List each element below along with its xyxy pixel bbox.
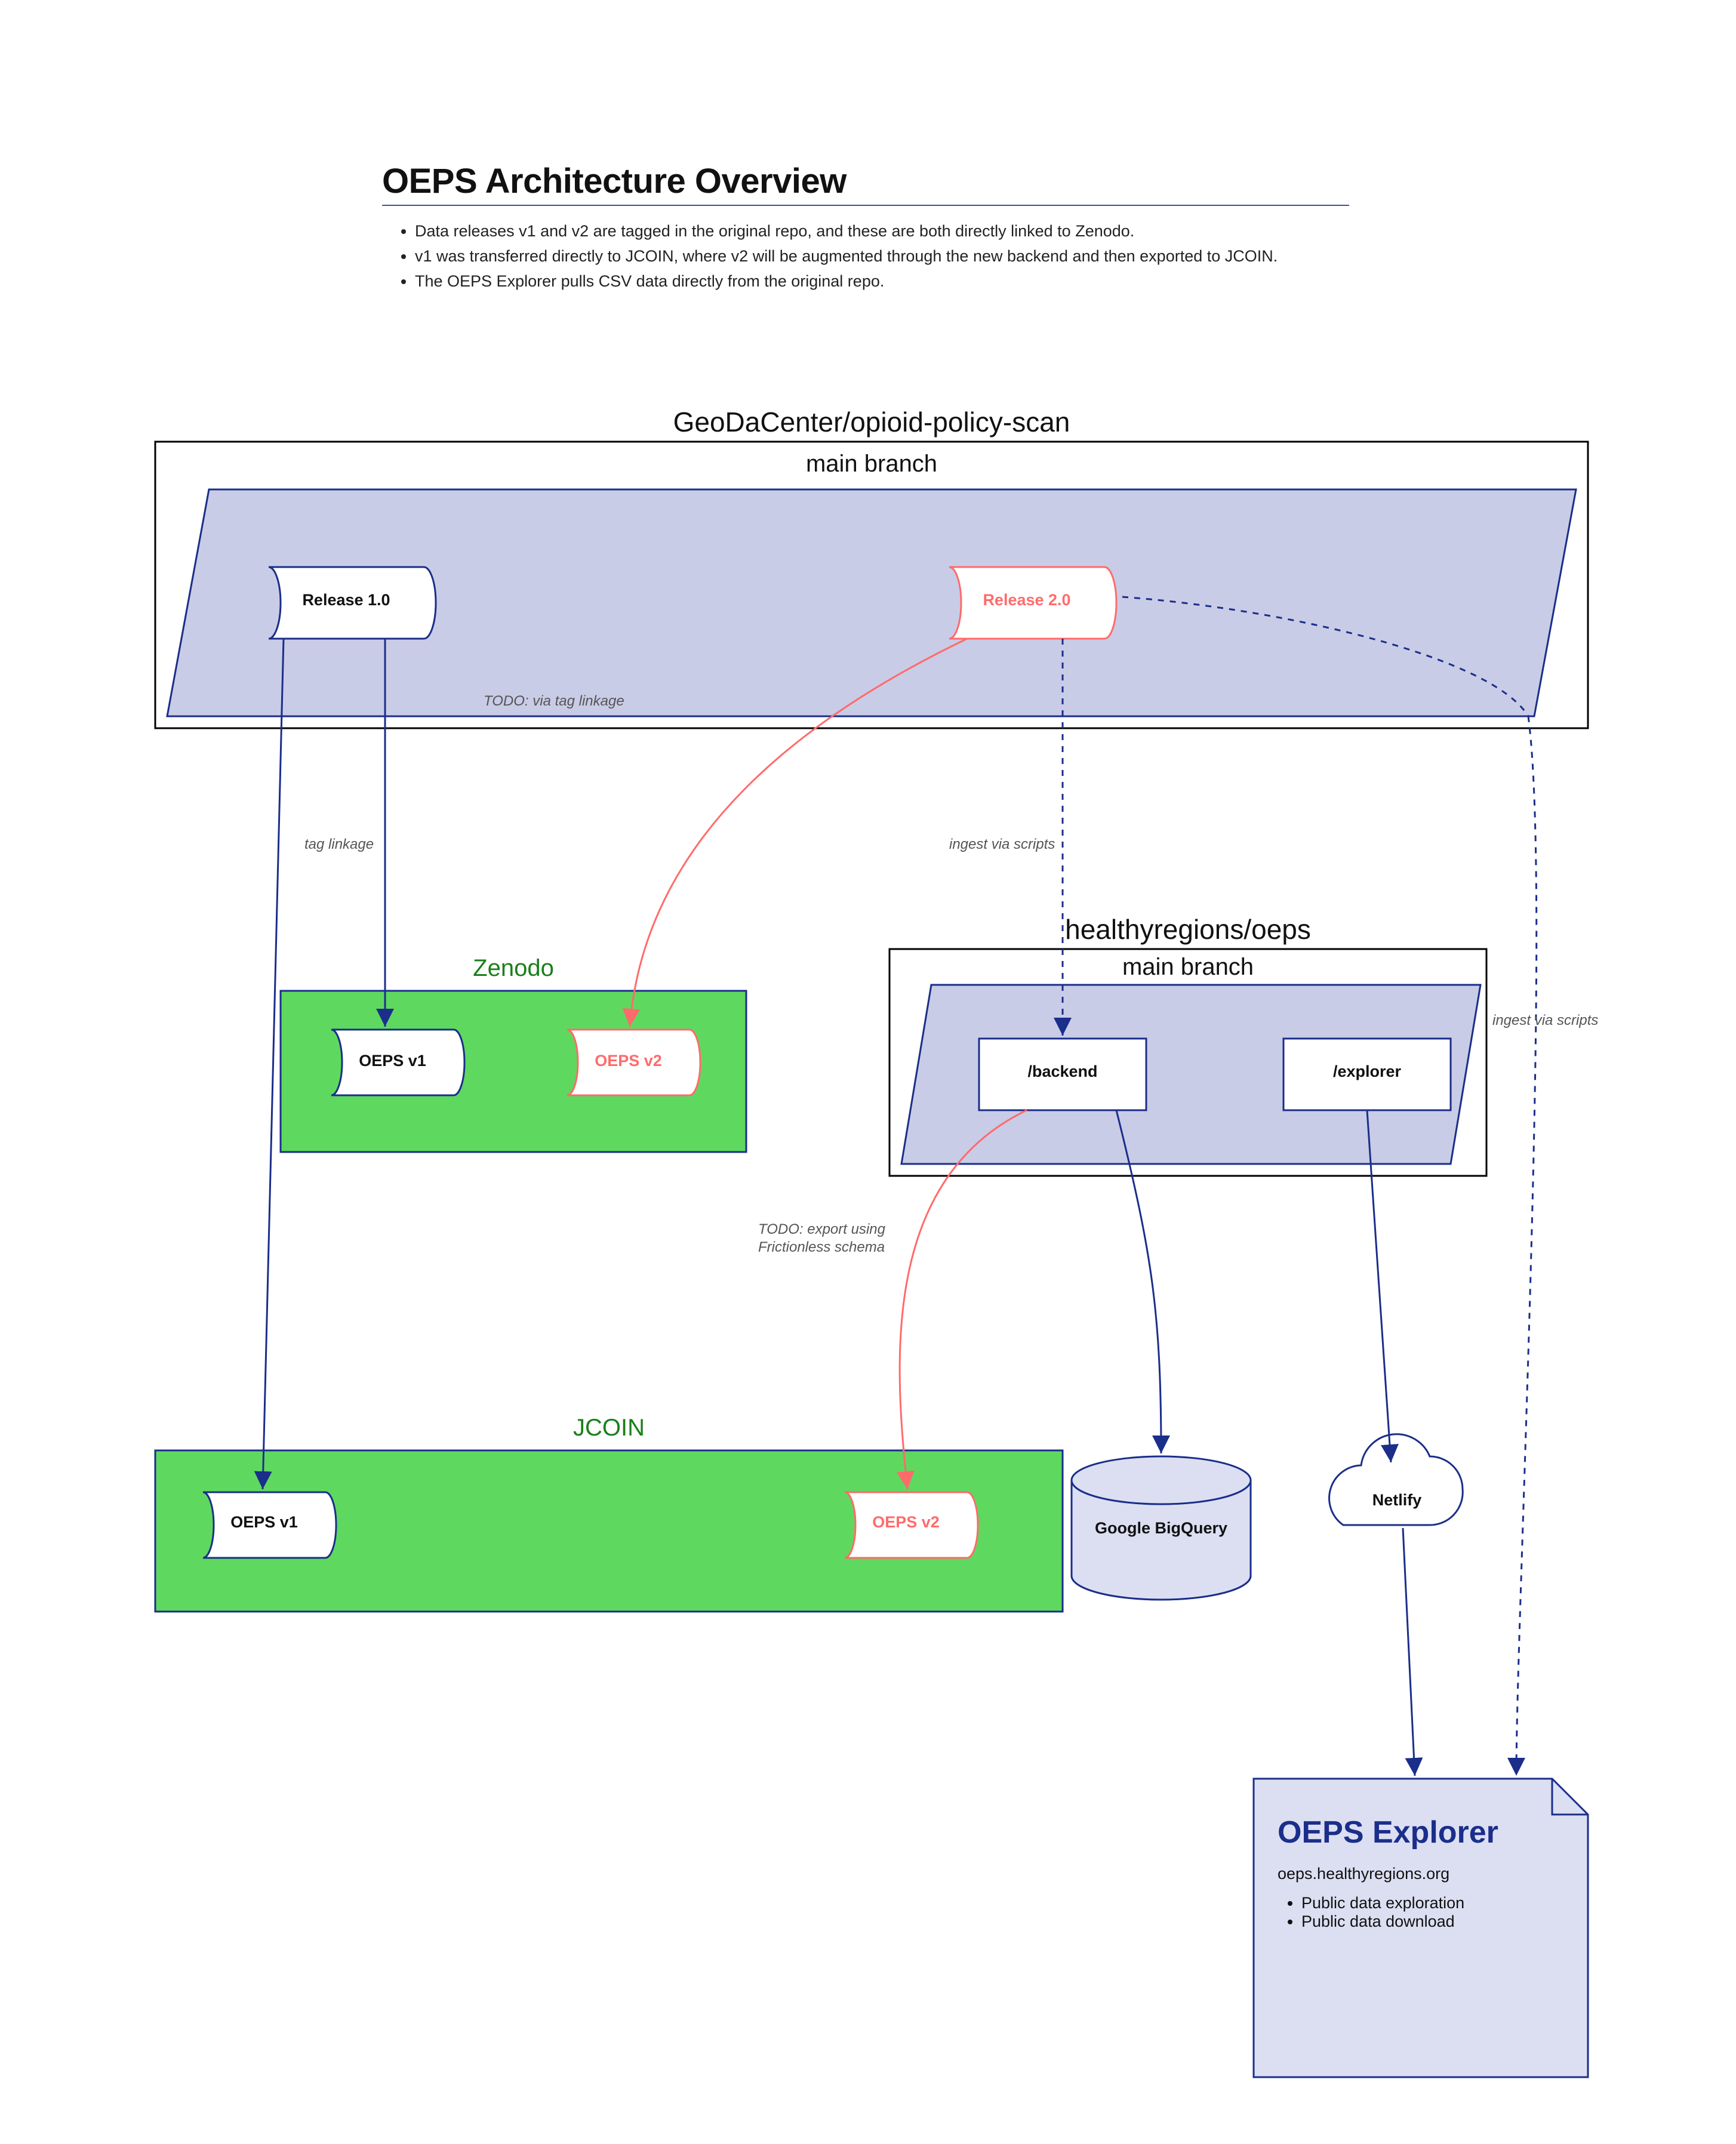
release-1-label: Release 1.0 <box>263 591 430 609</box>
oeps-explorer-bullet-1: Public data exploration <box>1301 1894 1564 1912</box>
oeps-explorer-title: OEPS Explorer <box>1278 1815 1564 1850</box>
netlify-node <box>1329 1434 1463 1525</box>
oeps-explorer-bullet-2: Public data download <box>1301 1912 1564 1931</box>
edge-label-ingest-scripts: ingest via scripts <box>949 836 1055 854</box>
backend-label: /backend <box>979 1062 1146 1081</box>
healthyregions-title: healthyregions/oeps <box>889 913 1486 945</box>
geodacenter-branch-label: main branch <box>155 451 1588 478</box>
edge-mainbranch-to-explorer-note <box>1516 716 1537 1776</box>
jcoin-v2-label: OEPS v2 <box>836 1513 976 1532</box>
jcoin-v1-label: OEPS v1 <box>194 1513 334 1532</box>
edge-label-todo-tag-linkage: TODO: via tag linkage <box>484 692 624 710</box>
zenodo-v2-label: OEPS v2 <box>558 1052 698 1070</box>
edge-label-tag-linkage: tag linkage <box>304 836 374 854</box>
netlify-label: Netlify <box>1334 1491 1460 1510</box>
edge-label-ingest-scripts-2: ingest via scripts <box>1492 1012 1598 1030</box>
explorer-dir-label: /explorer <box>1283 1062 1451 1081</box>
bigquery-label: Google BigQuery <box>1072 1519 1251 1538</box>
zenodo-v1-label: OEPS v1 <box>322 1052 463 1070</box>
oeps-explorer-content: OEPS Explorer oeps.healthyregions.org Pu… <box>1278 1815 1564 1931</box>
edge-label-todo-export: TODO: export using Frictionless schema <box>758 1221 937 1256</box>
oeps-explorer-url: oeps.healthyregions.org <box>1278 1865 1564 1883</box>
release-2-label: Release 2.0 <box>943 591 1110 609</box>
jcoin-title: JCOIN <box>155 1415 1063 1441</box>
zenodo-title: Zenodo <box>281 955 746 982</box>
edge-netlify-to-explorer-note <box>1403 1528 1415 1776</box>
geodacenter-title: GeoDaCenter/opioid-policy-scan <box>155 406 1588 438</box>
oeps-explorer-bullets: Public data exploration Public data down… <box>1278 1894 1564 1931</box>
healthyregions-branch-label: main branch <box>889 954 1486 981</box>
